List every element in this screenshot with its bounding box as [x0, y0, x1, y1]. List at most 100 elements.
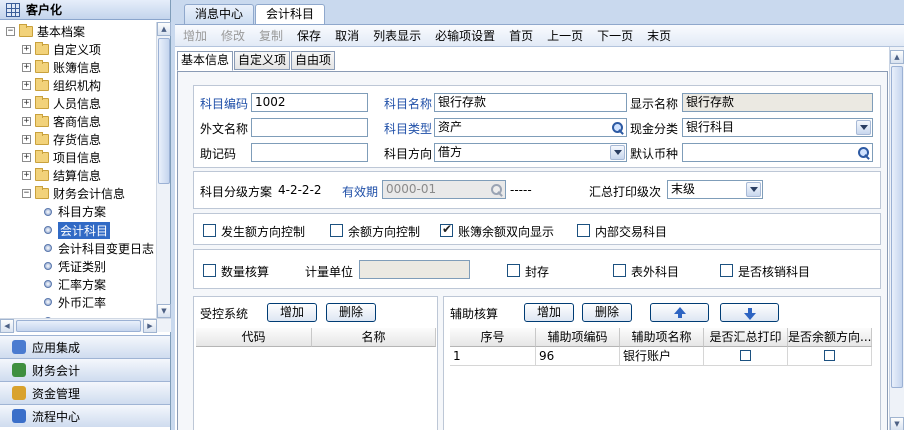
tree-item[interactable]: + 账簿信息: [0, 58, 157, 76]
tree-item[interactable]: + 结算信息: [0, 167, 157, 185]
display-name-input[interactable]: 银行存款: [682, 93, 873, 112]
balance-direction-checkbox[interactable]: [330, 224, 343, 237]
aux-col-seq[interactable]: 序号: [450, 328, 536, 347]
chevron-down-icon[interactable]: [746, 182, 761, 197]
controlled-col-code[interactable]: 代码: [196, 328, 312, 347]
scroll-thumb[interactable]: [158, 38, 170, 184]
aux-col-summary-print[interactable]: 是否汇总打印: [704, 328, 788, 347]
tree-item[interactable]: + 客商信息: [0, 112, 157, 130]
currency-input[interactable]: [682, 143, 873, 162]
scroll-up-icon[interactable]: ▲: [890, 50, 904, 64]
tree-item[interactable]: 会计科目: [0, 221, 157, 239]
expand-icon[interactable]: +: [22, 171, 31, 181]
foreign-name-input[interactable]: [251, 118, 368, 137]
subtab-basic-info[interactable]: 基本信息: [177, 51, 234, 71]
aux-cell-code[interactable]: 96: [536, 347, 620, 366]
aux-col-code[interactable]: 辅助项编码: [536, 328, 620, 347]
direction-select[interactable]: 借方: [434, 143, 627, 162]
balance-direction-row-checkbox[interactable]: [824, 350, 835, 361]
aux-delete-button[interactable]: 删除: [582, 303, 632, 322]
collapse-icon[interactable]: −: [6, 26, 15, 36]
expand-icon[interactable]: +: [22, 98, 31, 108]
module-nav-item[interactable]: 财务会计: [0, 358, 170, 381]
print-level-select[interactable]: 末级: [667, 180, 763, 199]
form-vertical-scrollbar[interactable]: ▲ ▼: [889, 47, 904, 430]
scroll-down-icon[interactable]: ▼: [890, 417, 904, 430]
search-icon[interactable]: [856, 145, 871, 160]
tree-item[interactable]: 凭证类别: [0, 257, 157, 275]
move-up-arrow-icon[interactable]: [650, 303, 709, 322]
toolbar-button[interactable]: 下一页: [597, 27, 633, 44]
expand-icon[interactable]: +: [22, 117, 31, 127]
toolbar-button[interactable]: 修改: [221, 27, 245, 44]
subtab-free-items[interactable]: 自由项: [291, 51, 336, 70]
expand-icon[interactable]: +: [22, 62, 31, 72]
scroll-down-icon[interactable]: ▼: [157, 304, 171, 318]
toolbar-button[interactable]: 上一页: [547, 27, 583, 44]
tree-item[interactable]: + 组织机构: [0, 76, 157, 94]
tab-message-center[interactable]: 消息中心: [184, 4, 255, 24]
cash-class-select[interactable]: 银行科目: [682, 118, 873, 137]
module-nav-item[interactable]: 应用集成: [0, 335, 170, 358]
toolbar-button[interactable]: 必输项设置: [435, 27, 495, 44]
aux-cell-seq[interactable]: 1: [450, 347, 536, 366]
toolbar-button[interactable]: 取消: [335, 27, 359, 44]
writeoff-checkbox[interactable]: [720, 264, 733, 277]
scroll-left-icon[interactable]: ◀: [0, 319, 14, 333]
tree-item[interactable]: − 财务会计信息: [0, 185, 157, 203]
tree-item[interactable]: − 基本档案: [0, 22, 157, 40]
toolbar-button[interactable]: 保存: [297, 27, 321, 44]
module-nav-item[interactable]: 流程中心: [0, 404, 170, 427]
aux-cell-name[interactable]: 银行账户: [620, 347, 704, 366]
tree-item[interactable]: 汇率方案: [0, 275, 157, 293]
name-input[interactable]: 银行存款: [434, 93, 627, 112]
unit-input[interactable]: [359, 260, 470, 279]
expand-icon[interactable]: +: [22, 44, 31, 54]
search-icon[interactable]: [610, 120, 625, 135]
chevron-down-icon[interactable]: [610, 145, 625, 160]
tree-vertical-scrollbar[interactable]: ▲ ▼: [156, 22, 171, 318]
off-sheet-checkbox[interactable]: [613, 264, 626, 277]
seal-checkbox[interactable]: [507, 264, 520, 277]
left-panel-header[interactable]: 客户化: [0, 0, 170, 20]
controlled-add-button[interactable]: 增加: [267, 303, 317, 322]
tree-item[interactable]: + 项目信息: [0, 149, 157, 167]
internal-transaction-checkbox[interactable]: [577, 224, 590, 237]
toolbar-button[interactable]: 增加: [183, 27, 207, 44]
subtab-custom-items[interactable]: 自定义项: [234, 51, 291, 70]
mnemonic-input[interactable]: [251, 143, 368, 162]
expand-icon[interactable]: +: [22, 135, 31, 145]
controlled-col-name[interactable]: 名称: [312, 328, 436, 347]
valid-from-input[interactable]: 0000-01: [382, 180, 506, 199]
module-nav-item[interactable]: 资金管理: [0, 381, 170, 404]
collapse-icon[interactable]: −: [22, 189, 31, 199]
quantity-accounting-checkbox[interactable]: [203, 264, 216, 277]
scroll-thumb[interactable]: [891, 66, 903, 388]
amount-direction-checkbox[interactable]: [203, 224, 216, 237]
tree-item[interactable]: 科目方案: [0, 203, 157, 221]
aux-col-name[interactable]: 辅助项名称: [620, 328, 704, 347]
scroll-right-icon[interactable]: ▶: [143, 319, 157, 333]
code-input[interactable]: 1002: [251, 93, 368, 112]
controlled-delete-button[interactable]: 删除: [326, 303, 376, 322]
toolbar-button[interactable]: 首页: [509, 27, 533, 44]
toolbar-button[interactable]: 复制: [259, 27, 283, 44]
ledger-both-directions-checkbox[interactable]: [440, 222, 453, 237]
scroll-thumb-horizontal[interactable]: [16, 320, 141, 332]
tab-account-subject[interactable]: 会计科目: [255, 4, 326, 25]
type-input[interactable]: 资产: [434, 118, 627, 137]
aux-col-balance-direction[interactable]: 是否余额方向...: [788, 328, 872, 347]
tree-item[interactable]: + 存货信息: [0, 131, 157, 149]
chevron-down-icon[interactable]: [856, 120, 871, 135]
scroll-up-icon[interactable]: ▲: [157, 22, 171, 36]
aux-add-button[interactable]: 增加: [524, 303, 574, 322]
tree-item[interactable]: 外币汇率: [0, 293, 157, 311]
move-down-arrow-icon[interactable]: [720, 303, 779, 322]
summary-print-checkbox[interactable]: [740, 350, 751, 361]
expand-icon[interactable]: +: [22, 153, 31, 163]
aux-cell-summary-print[interactable]: [704, 347, 788, 366]
aux-cell-balance-direction[interactable]: [788, 347, 872, 366]
tree-item[interactable]: 会计科目变更日志: [0, 239, 157, 257]
toolbar-button[interactable]: 末页: [647, 27, 671, 44]
tree-horizontal-scrollbar[interactable]: ◀ ▶: [0, 318, 171, 333]
